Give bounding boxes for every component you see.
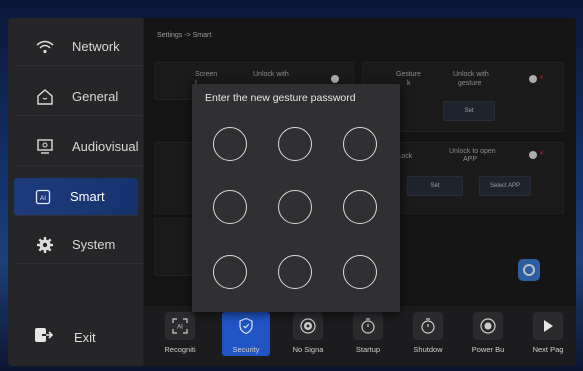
gesture-dot[interactable] [213,190,247,224]
toolbar-recognition[interactable]: AI Recogniti [156,312,204,356]
toolbar-label: Startup [355,345,381,354]
exit-button[interactable]: Exit [16,326,96,348]
bottom-toolbar: AI Recogniti Security No Signa Startup S… [144,306,576,366]
exit-icon [34,326,56,348]
shutdown-timer-icon [413,312,443,341]
gesture-dot[interactable] [213,127,247,161]
sidebar-item-label: Audiovisual [72,139,139,154]
toolbar-label: Shutdow [413,345,443,354]
sidebar-item-general[interactable]: General [16,78,143,116]
sidebar-item-network[interactable]: Network [16,28,143,66]
no-signal-icon [293,312,323,341]
home-icon [34,86,56,108]
sidebar-item-smart[interactable]: AI Smart [14,178,138,216]
toolbar-no-signal[interactable]: No Signa [284,312,332,356]
shield-icon [231,312,261,340]
toolbar-startup[interactable]: Startup [344,312,392,356]
toolbar-shutdown[interactable]: Shutdow [404,312,452,356]
svg-text:AI: AI [40,195,46,202]
toolbar-security[interactable]: Security [222,312,270,356]
gesture-dot[interactable] [343,255,377,289]
gesture-dot[interactable] [343,190,377,224]
play-next-icon [533,312,563,341]
toolbar-label: Security [232,345,260,354]
gesture-dot[interactable] [278,255,312,289]
dialog-title: Enter the new gesture password [205,92,356,104]
sidebar-item-label: Network [72,39,120,54]
startup-timer-icon [353,312,383,341]
exit-label: Exit [74,329,96,345]
gesture-password-dialog: Enter the new gesture password [192,84,400,312]
gesture-dot[interactable] [343,127,377,161]
sidebar: Network General Audiovisual AI Smart Sys… [8,18,143,366]
sidebar-item-audiovisual[interactable]: Audiovisual [16,128,143,166]
gesture-dot[interactable] [213,255,247,289]
gesture-dot[interactable] [278,190,312,224]
ai-icon: AI [32,186,54,208]
sidebar-item-label: Smart [70,189,105,204]
sidebar-item-label: System [72,237,116,252]
toolbar-label: No Signa [292,345,324,354]
sidebar-item-system[interactable]: System [16,226,143,264]
toolbar-next-page[interactable]: Next Pag [524,312,572,356]
wifi-icon [34,36,56,58]
toolbar-label: Power Bu [471,345,505,354]
svg-text:AI: AI [177,325,183,331]
monitor-icon [34,136,56,158]
sidebar-item-label: General [72,89,119,104]
toolbar-label: Recogniti [164,345,196,354]
toolbar-power-button[interactable]: Power Bu [464,312,512,356]
toolbar-label: Next Pag [532,345,564,354]
gesture-dot[interactable] [278,127,312,161]
gear-icon [34,234,56,256]
ai-scan-icon: AI [165,312,195,341]
power-button-icon [473,312,503,341]
